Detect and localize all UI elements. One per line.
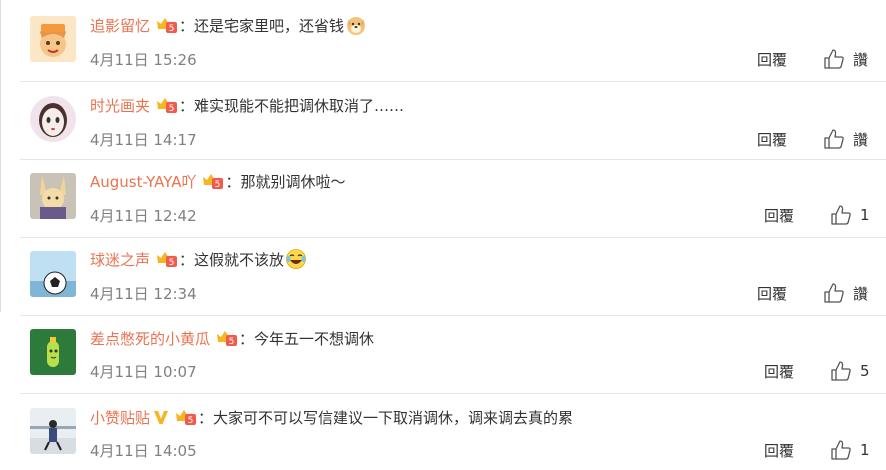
comment-item: 球迷之声 5 ： 这假就不该放 4月11日 12:34 回覆 讚 — [0, 238, 886, 316]
thumbs-up-icon — [823, 48, 845, 70]
comment-text: 还是宅家里吧，还省钱 — [194, 16, 345, 35]
comment-text: 那就别调休啦～ — [240, 172, 346, 191]
member-badge-icon: 5 — [214, 327, 238, 347]
comment-line: 球迷之声 5 ： 这假就不该放 — [90, 246, 307, 272]
reply-button[interactable]: 回覆 — [764, 361, 794, 382]
colon: ： — [179, 16, 195, 35]
reply-button[interactable]: 回覆 — [764, 440, 794, 461]
thumbs-up-icon — [823, 128, 845, 150]
colon: ： — [179, 250, 195, 269]
like-count: 讚 — [853, 130, 869, 149]
like-count: 1 — [860, 206, 870, 224]
comment-text: 今年五一不想调休 — [254, 329, 375, 348]
avatar[interactable] — [30, 173, 76, 219]
avatar[interactable] — [30, 16, 76, 62]
username[interactable]: 时光画夹 — [90, 95, 150, 116]
svg-text:5: 5 — [215, 180, 221, 190]
reply-button[interactable]: 回覆 — [757, 129, 787, 150]
thumbs-up-icon — [830, 204, 852, 226]
avatar[interactable] — [30, 251, 76, 297]
avatar[interactable] — [30, 329, 76, 375]
username[interactable]: August-YAYA吖 — [90, 171, 196, 192]
v-icon — [153, 408, 169, 426]
colon: ： — [225, 172, 241, 191]
thumbs-up-icon — [830, 360, 852, 382]
like-count: 1 — [860, 441, 870, 459]
like-count: 讚 — [853, 284, 869, 303]
comment-date: 4月11日 14:17 — [90, 131, 197, 149]
comment-item: 时光画夹 5 ： 难实现能不能把调休取消了…… 4月11日 14:17 回覆 讚 — [0, 82, 886, 160]
comment-item: 小赞贴贴 5 ： 大家可不可以写信建议一下取消调休，调来调去真的累 4月11日 … — [0, 394, 886, 470]
like-button[interactable]: 1 — [830, 203, 870, 227]
comment-line: 差点憋死的小黄瓜 5 ： 今年五一不想调休 — [90, 325, 374, 351]
svg-text:5: 5 — [169, 24, 175, 34]
comment-line: 时光画夹 5 ： 难实现能不能把调休取消了…… — [90, 92, 404, 118]
username[interactable]: 小赞贴贴 — [90, 407, 150, 428]
member-badge-icon: 5 — [154, 94, 178, 114]
avatar[interactable] — [30, 96, 76, 142]
svg-text:5: 5 — [169, 104, 175, 114]
colon: ： — [239, 329, 255, 348]
member-badge-icon: 5 — [200, 170, 224, 190]
comment-line: August-YAYA吖 5 ： 那就别调休啦～ — [90, 168, 346, 194]
like-button[interactable]: 讚 — [823, 127, 868, 151]
like-button[interactable]: 1 — [830, 438, 870, 462]
comment-item: 差点憋死的小黄瓜 5 ： 今年五一不想调休 4月11日 10:07 回覆 5 — [0, 316, 886, 394]
comment-date: 4月11日 15:26 — [90, 51, 197, 69]
reply-button[interactable]: 回覆 — [757, 283, 787, 304]
svg-text:5: 5 — [169, 258, 175, 268]
member-badge-icon: 5 — [173, 406, 197, 426]
username[interactable]: 球迷之声 — [90, 249, 150, 270]
comment-text: 难实现能不能把调休取消了…… — [194, 96, 405, 115]
comment-date: 4月11日 12:42 — [90, 207, 197, 225]
like-count: 5 — [860, 362, 870, 380]
laugh-cry-icon — [285, 248, 307, 270]
like-button[interactable]: 讚 — [823, 281, 868, 305]
username[interactable]: 追影留忆 — [90, 15, 150, 36]
like-button[interactable]: 5 — [830, 359, 870, 383]
comment-line: 小赞贴贴 5 ： 大家可不可以写信建议一下取消调休，调来调去真的累 — [90, 404, 573, 430]
comment-text: 大家可不可以写信建议一下取消调休，调来调去真的累 — [213, 408, 574, 427]
comment-date: 4月11日 12:34 — [90, 285, 197, 303]
comment-date: 4月11日 10:07 — [90, 363, 197, 381]
comment-text: 这假就不该放 — [194, 250, 285, 269]
like-button[interactable]: 讚 — [823, 47, 868, 71]
member-badge-icon: 5 — [154, 14, 178, 34]
svg-text:5: 5 — [229, 337, 235, 347]
thumbs-up-icon — [830, 439, 852, 461]
like-count: 讚 — [853, 50, 869, 69]
doge-icon — [345, 14, 367, 36]
colon: ： — [198, 408, 214, 427]
thumbs-up-icon — [823, 282, 845, 304]
reply-button[interactable]: 回覆 — [764, 205, 794, 226]
username[interactable]: 差点憋死的小黄瓜 — [90, 328, 210, 349]
comment-item: August-YAYA吖 5 ： 那就别调休啦～ 4月11日 12:42 回覆 … — [0, 160, 886, 238]
comment-line: 追影留忆 5 ： 还是宅家里吧，还省钱 — [90, 12, 367, 38]
avatar[interactable] — [30, 408, 76, 454]
svg-text:5: 5 — [188, 416, 194, 426]
member-badge-icon: 5 — [154, 248, 178, 268]
comment-item: 追影留忆 5 ： 还是宅家里吧，还省钱 4月11日 15:26 回覆 讚 — [0, 0, 886, 82]
comment-date: 4月11日 14:05 — [90, 442, 197, 460]
colon: ： — [179, 96, 195, 115]
reply-button[interactable]: 回覆 — [757, 49, 787, 70]
